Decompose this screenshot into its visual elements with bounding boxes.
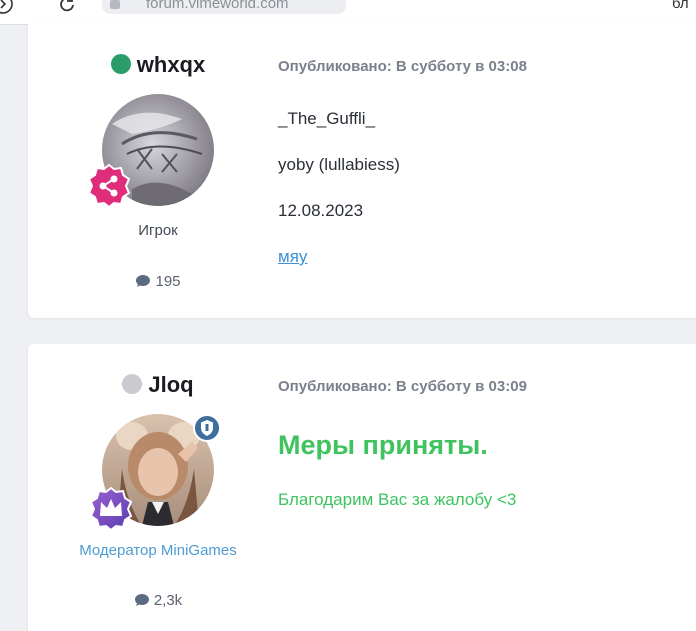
author-role[interactable]: Модератор MiniGames — [28, 542, 288, 559]
post-heading: Меры приняты. — [278, 430, 488, 460]
post-link[interactable]: мяу — [278, 247, 307, 267]
post-line: yoby (lullabiess) — [278, 155, 400, 174]
post-count-value: 195 — [155, 273, 181, 290]
post-count: 2,3k — [28, 592, 288, 609]
reload-icon[interactable] — [56, 0, 78, 15]
post-count: 195 — [28, 273, 288, 290]
forward-icon[interactable] — [0, 0, 14, 15]
author-name[interactable]: Jloq — [148, 372, 193, 397]
forum-post: whxqx Игрок 195 Опубликовано: В субботу … — [28, 24, 696, 318]
online-status-indicator — [110, 54, 131, 74]
author-name[interactable]: whxqx — [137, 52, 205, 77]
comment-icon — [136, 275, 151, 287]
crown-badge-icon — [88, 486, 134, 532]
browser-toolbar: forum.vimeworld.com бл — [0, 0, 696, 25]
rank-badge-icon — [86, 163, 132, 209]
site-info-icon[interactable] — [110, 0, 120, 9]
offline-status-indicator — [122, 374, 143, 394]
post-count-value: 2,3k — [153, 592, 183, 609]
post-date[interactable]: Опубликовано: В субботу в 03:08 — [278, 58, 527, 75]
post-message: Благодарим Вас за жалобу <3 — [278, 490, 517, 509]
toolbar-right-text: бл — [672, 0, 689, 12]
moderator-shield-icon — [193, 414, 221, 442]
forum-post: Jloq Модератор MiniGames 2,3k Опубликова… — [28, 344, 696, 631]
post-date[interactable]: Опубликовано: В субботу в 03:09 — [278, 378, 527, 395]
address-bar[interactable]: forum.vimeworld.com — [102, 0, 346, 14]
post-line: _The_Guffli_ — [278, 109, 376, 128]
author-role: Игрок — [138, 222, 178, 239]
url-text: forum.vimeworld.com — [146, 0, 289, 12]
comment-icon — [134, 594, 149, 606]
post-line: 12.08.2023 — [278, 201, 364, 220]
